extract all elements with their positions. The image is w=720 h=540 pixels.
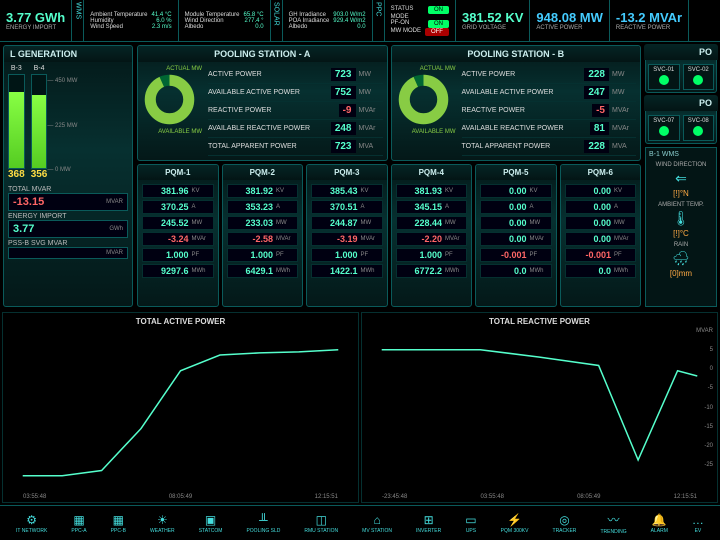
wms-row: RAIN🌧[0]mm bbox=[649, 242, 713, 278]
wms-mod: Module Temperature65.8 °CWind Direction2… bbox=[179, 0, 271, 41]
statcom-icon: ▣ bbox=[205, 513, 216, 527]
svc-box[interactable]: SVC-02 bbox=[683, 64, 715, 90]
chart-title: TOTAL ACTIVE POWER bbox=[136, 317, 225, 326]
x-axis: 03:55:4808:05:4912:15:51 bbox=[3, 494, 358, 500]
mv station-icon: ⌂ bbox=[373, 513, 380, 527]
x-axis: -23:45:4803:55:4808:05:4912:15:51 bbox=[362, 494, 717, 500]
nav-statcom[interactable]: ▣STATCOM bbox=[199, 513, 223, 534]
solar-label: SOLAR bbox=[271, 0, 283, 41]
energy-import-box: 3.77 GWh ENERGY IMPORT bbox=[0, 0, 72, 41]
generation-metrics: TOTAL MVAR-13.15MVARENERGY IMPORT3.77GWh… bbox=[8, 186, 128, 259]
main-area: L GENERATION B-3368B-4356 — 450 MW— 225 … bbox=[0, 42, 720, 310]
ev-icon: … bbox=[692, 513, 704, 527]
pqm 300kv-icon: ⚡ bbox=[507, 513, 522, 527]
tracker-icon: ◎ bbox=[559, 513, 569, 527]
pqm-panel: PQM-2381.92KV353.23A233.03MW-2.58MVAr1.0… bbox=[222, 164, 304, 307]
ppc-box: STATUSONMODEPF-ONONMW MODEOFF bbox=[385, 0, 456, 41]
nav-mv-station[interactable]: ⌂MV STATION bbox=[362, 513, 392, 534]
energy-import-label: ENERGY IMPORT bbox=[6, 25, 65, 31]
side-column: PO SVC-01SVC-02 PO SVC-07SVC-08 B-1 WMS … bbox=[645, 45, 717, 307]
alarm-icon: 🔔 bbox=[652, 513, 667, 527]
y-axis: MVAR50-5-10-15-20-25 bbox=[696, 328, 713, 468]
po-panel-1: PO SVC-01SVC-02 bbox=[645, 45, 717, 93]
pool-panel: POOLING STATION - AACTUAL MWAVAILABLE MW… bbox=[137, 45, 388, 161]
nav-pqm-300kv[interactable]: ⚡PQM 300KV bbox=[501, 513, 529, 534]
ppc-label: PPC bbox=[373, 0, 385, 41]
svc-box[interactable]: SVC-07 bbox=[648, 115, 680, 141]
generation-bars: B-3368B-4356 bbox=[8, 70, 47, 180]
wms-row: AMBIENT TEMP.🌡[!]°C bbox=[649, 202, 713, 238]
svc-row-1: SVC-01SVC-02 bbox=[648, 64, 714, 90]
wms-rows: WIND DIRECTION⇐[!]°N AMBIENT TEMP.🌡[!]°C R… bbox=[649, 162, 713, 278]
active-power-chart[interactable]: TOTAL ACTIVE POWER 03:55:4808:05:4912:15… bbox=[2, 312, 359, 503]
rmu station-icon: ◫ bbox=[316, 513, 327, 527]
chart-title: TOTAL REACTIVE POWER bbox=[489, 317, 590, 326]
kv-row: Wind Speed2.3 m/s bbox=[90, 24, 171, 30]
trending-icon: 〰 bbox=[608, 511, 620, 528]
metric: ENERGY IMPORT3.77GWh bbox=[8, 213, 128, 238]
grid-voltage-box: 381.52 KV GRID VOLTAGE bbox=[456, 0, 530, 41]
nav-tracker[interactable]: ◎TRACKER bbox=[553, 513, 577, 534]
wms-panel: B-1 WMS WIND DIRECTION⇐[!]°N AMBIENT TEMP… bbox=[645, 147, 717, 307]
gen-bar: B-4356 bbox=[31, 65, 48, 180]
nav-rmu-station[interactable]: ◫RMU STATION bbox=[304, 513, 338, 534]
metric: PSS-B SVG MVARMVAR bbox=[8, 240, 128, 259]
pool-row: POOLING STATION - AACTUAL MWAVAILABLE MW… bbox=[137, 45, 641, 161]
inverter-icon: ⊞ bbox=[424, 513, 434, 527]
active-power-box: 948.08 MW ACTIVE POWER bbox=[530, 0, 609, 41]
kv-row: Albedo0.0 bbox=[185, 24, 264, 30]
generation-panel: L GENERATION B-3368B-4356 — 450 MW— 225 … bbox=[3, 45, 133, 307]
reactive-power-value: -13.2 MVAr bbox=[616, 10, 682, 25]
top-bar: 3.77 GWh ENERGY IMPORT WMS Ambient Tempe… bbox=[0, 0, 720, 42]
nav-ppc-b[interactable]: ▦PPC-B bbox=[111, 513, 126, 534]
metric: TOTAL MVAR-13.15MVAR bbox=[8, 186, 128, 211]
active-power-value: 948.08 MW bbox=[536, 10, 602, 25]
reactive-power-box: -13.2 MVAr REACTIVE POWER bbox=[610, 0, 689, 41]
nav-pooling-sld[interactable]: ╨POOLING SLD bbox=[246, 513, 280, 534]
nav-trending[interactable]: 〰TRENDING bbox=[600, 511, 626, 535]
reactive-power-chart[interactable]: TOTAL REACTIVE POWER MVAR50-5-10-15-20-2… bbox=[361, 312, 718, 503]
nav-ups[interactable]: ▭UPS bbox=[465, 513, 476, 534]
pqm-panel: PQM-4381.93KV345.15A228.44MW-2.20MVAr1.0… bbox=[391, 164, 473, 307]
pools-column: POOLING STATION - AACTUAL MWAVAILABLE MW… bbox=[137, 45, 641, 307]
bottom-nav: ⚙IT NETWORK ▦PPC-A ▦PPC-B ☀WEATHER ▣STATCOM ╨… bbox=[0, 505, 720, 540]
generation-scale: — 450 MW— 225 MW— 0 MW bbox=[47, 78, 77, 173]
ups-icon: ▭ bbox=[465, 513, 476, 527]
pqm-row: PQM-1381.96KV370.25A245.52MW-3.24MVAr1.0… bbox=[137, 164, 641, 307]
svc-row-2: SVC-07SVC-08 bbox=[648, 115, 714, 141]
pqm-panel: PQM-3385.43KV370.51A244.87MW-3.19MVAr1.0… bbox=[306, 164, 388, 307]
nav-alarm[interactable]: 🔔ALARM bbox=[651, 513, 668, 534]
weather-icon: ☀ bbox=[157, 513, 168, 527]
wms-row: WIND DIRECTION⇐[!]°N bbox=[649, 162, 713, 198]
gen-bar: B-3368 bbox=[8, 65, 25, 180]
wms-env: Ambient Temperature41.4 °CHumidity6.0 %W… bbox=[84, 0, 178, 41]
pool-panel: POOLING STATION - BACTUAL MWAVAILABLE MW… bbox=[391, 45, 642, 161]
energy-import-value: 3.77 GWh bbox=[6, 10, 65, 25]
kv-row: Albedo0.0 bbox=[289, 24, 366, 30]
charts-row: TOTAL ACTIVE POWER 03:55:4808:05:4912:15… bbox=[0, 310, 720, 505]
wms-title: B-1 WMS bbox=[649, 151, 713, 158]
generation-title: L GENERATION bbox=[4, 46, 132, 62]
nav-ev[interactable]: …EV bbox=[692, 513, 704, 534]
pqm-panel: PQM-50.00KV0.00A0.00MW0.00MVAr-0.001PF0.… bbox=[475, 164, 557, 307]
nav-inverter[interactable]: ⊞INVERTER bbox=[416, 513, 441, 534]
ppc-a-icon: ▦ bbox=[73, 513, 84, 527]
nav-it-network[interactable]: ⚙IT NETWORK bbox=[16, 513, 47, 534]
pooling sld-icon: ╨ bbox=[259, 513, 268, 527]
it network-icon: ⚙ bbox=[26, 513, 37, 527]
po-panel-2: PO SVC-07SVC-08 bbox=[645, 96, 717, 144]
wms-label: WMS bbox=[72, 0, 84, 41]
pqm-panel: PQM-1381.96KV370.25A245.52MW-3.24MVAr1.0… bbox=[137, 164, 219, 307]
pqm-panel: PQM-60.00KV0.00A0.00MW0.00MVAr-0.001PF0.… bbox=[560, 164, 642, 307]
svc-box[interactable]: SVC-01 bbox=[648, 64, 680, 90]
nav-ppc-a[interactable]: ▦PPC-A bbox=[71, 513, 86, 534]
svc-box[interactable]: SVC-08 bbox=[683, 115, 715, 141]
ppc-b-icon: ▦ bbox=[113, 513, 124, 527]
solar-box: GH Irradiance903.0 W/m2POA Irradiance929… bbox=[283, 0, 373, 41]
nav-weather[interactable]: ☀WEATHER bbox=[150, 513, 175, 534]
grid-voltage-value: 381.52 KV bbox=[462, 10, 523, 25]
